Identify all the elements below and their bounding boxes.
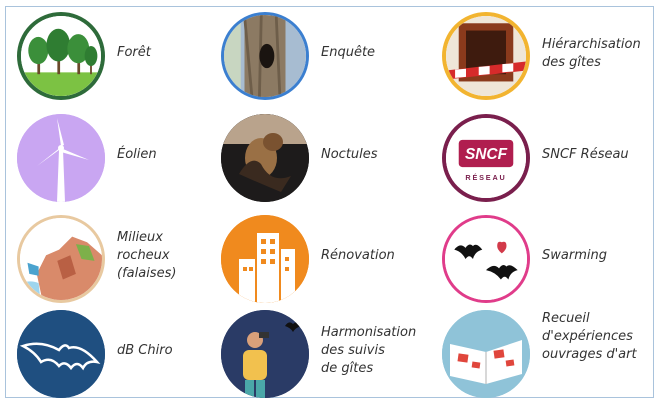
tile-label: Recueil d'expériences ouvrages d'art xyxy=(542,311,637,362)
thematic-grid: Forêt Enquête Hiérarchisation des gîtes … xyxy=(5,6,654,398)
tile-label: Swarming xyxy=(542,248,607,263)
tile-label: Noctules xyxy=(321,147,378,162)
tile-label: dB Chiro xyxy=(117,343,173,358)
tile-harmonisation[interactable]: Harmonisation des suivis de gîtes xyxy=(221,310,431,408)
tile-falaises[interactable]: Milieux rocheux (falaises) xyxy=(17,215,227,313)
tile-label: SNCF Réseau xyxy=(542,147,629,162)
tile-renovation[interactable]: Rénovation xyxy=(221,215,431,313)
tile-foret[interactable]: Forêt xyxy=(17,12,227,110)
forest-icon xyxy=(17,12,105,100)
tile-noctules[interactable]: Noctules xyxy=(221,114,431,212)
tile-label: Hiérarchisation des gîtes xyxy=(542,37,641,70)
tile-label: Rénovation xyxy=(321,248,395,263)
tile-swarming[interactable]: Swarming xyxy=(442,215,652,313)
building-icon xyxy=(221,215,309,303)
observer-binoculars-icon xyxy=(221,310,309,398)
tile-label: Forêt xyxy=(117,45,151,60)
tile-label: Éolien xyxy=(117,147,157,162)
tile-recueil[interactable]: Recueil d'expériences ouvrages d'art xyxy=(442,310,652,408)
tile-label: Enquête xyxy=(321,45,376,60)
open-book-icon xyxy=(442,310,530,398)
sncf-logo-text: SNCF xyxy=(465,146,508,163)
tile-eolien[interactable]: Éolien xyxy=(17,114,227,212)
tile-label: Milieux rocheux (falaises) xyxy=(117,230,177,281)
reseau-logo-text: RÉSEAU xyxy=(465,173,506,182)
sncf-logo-icon: SNCF RÉSEAU xyxy=(442,114,530,202)
cliff-icon xyxy=(17,215,105,303)
roost-box-tape-icon xyxy=(442,12,530,100)
bats-heart-icon xyxy=(442,215,530,303)
wind-turbine-icon xyxy=(17,114,105,202)
tile-dbchiro[interactable]: dB Chiro xyxy=(17,310,227,408)
tree-trunk-hollow-icon xyxy=(221,12,309,100)
tile-label: Harmonisation des suivis de gîtes xyxy=(321,325,417,376)
tile-sncf[interactable]: SNCF RÉSEAU SNCF Réseau xyxy=(442,114,652,212)
bat-photo-icon xyxy=(221,114,309,202)
tile-enquete[interactable]: Enquête xyxy=(221,12,431,110)
tile-hierarchisation[interactable]: Hiérarchisation des gîtes xyxy=(442,12,652,110)
bat-outline-icon xyxy=(17,310,105,398)
